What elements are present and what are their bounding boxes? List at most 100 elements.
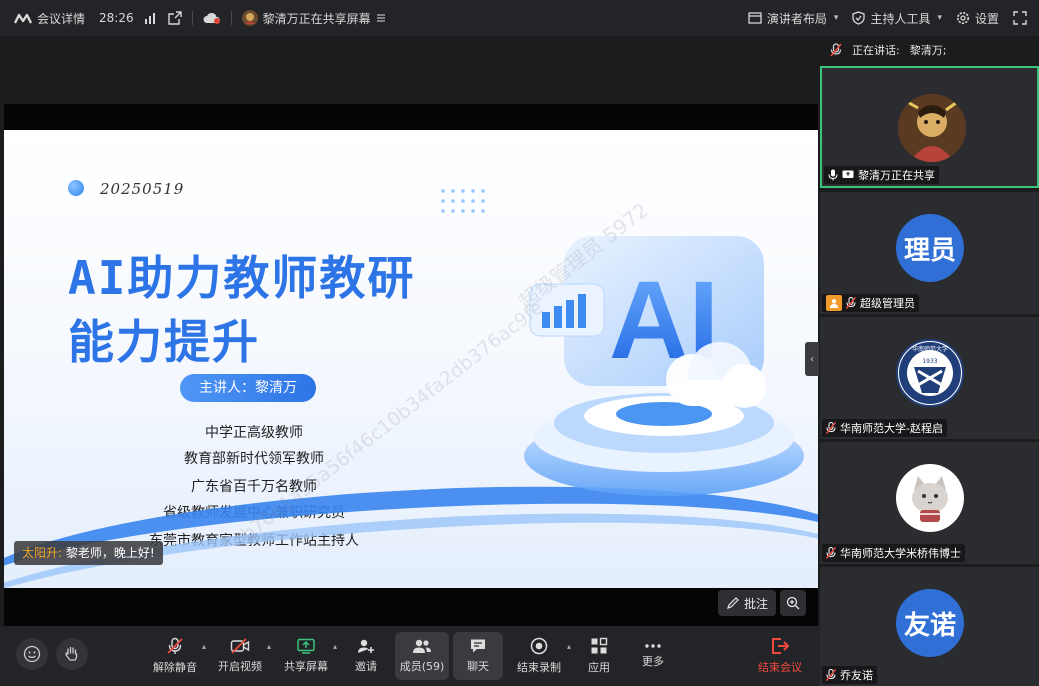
zoom-button[interactable] (780, 590, 806, 616)
signal-icon[interactable] (144, 12, 158, 24)
mic-muted-icon (826, 422, 836, 434)
chat-button[interactable]: 聊天 (453, 632, 503, 680)
mic-muted-icon (846, 297, 856, 309)
mic-muted-icon (826, 547, 836, 559)
layout-icon (748, 12, 762, 24)
members-button[interactable]: 成员(59) (395, 632, 449, 680)
hand-icon (63, 645, 81, 663)
gear-icon (956, 11, 970, 25)
shield-icon (852, 11, 866, 25)
top-bar: 会议详情 28:26 黎清万正在共享屏幕 演讲者布局 ▾ 主持人工具 ▾ 设置 (0, 0, 1039, 36)
participant-tile[interactable]: 理员 超级管理员 (820, 192, 1039, 314)
emoji-button[interactable] (16, 638, 48, 670)
record-stop-icon (530, 637, 548, 655)
divider (230, 11, 232, 25)
chevron-down-icon: ▾ (937, 13, 942, 23)
credential-line: 中学正高级教师 (205, 425, 303, 441)
participant-name: 华南师范大学-赵程启 (840, 422, 943, 435)
camera-off-icon (230, 638, 250, 654)
participant-name: 超级管理员 (860, 297, 915, 310)
chat-message: 黎老师，晚上好! (65, 546, 155, 560)
date-bullet-icon (68, 180, 84, 196)
exit-icon (770, 637, 790, 655)
participant-name: 乔友诺 (840, 669, 873, 682)
speaking-name: 黎清万; (909, 44, 947, 57)
menu-lines-icon (376, 13, 386, 23)
sharing-status-label: 黎清万正在共享屏幕 (262, 11, 371, 26)
unmute-button[interactable]: 解除静音 ▴ (150, 632, 206, 680)
chevron-up-icon[interactable]: ▴ (333, 642, 337, 651)
avatar (896, 464, 964, 532)
invite-button[interactable]: 邀请 (341, 632, 391, 680)
chat-toast[interactable]: 太阳升: 黎老师，晚上好! (14, 541, 163, 565)
participant-panel: 正在讲话: 黎清万; 黎清万正在共享 理员 超级管理员 华南师范大学 1933 … (820, 36, 1039, 686)
chevron-up-icon[interactable]: ▴ (567, 642, 571, 651)
mic-muted-icon (830, 43, 842, 57)
start-video-button[interactable]: 开启视频 ▴ (215, 632, 271, 680)
sharing-status[interactable]: 黎清万正在共享屏幕 (241, 10, 386, 27)
share-link-icon[interactable] (167, 11, 182, 25)
meeting-info-button[interactable]: 会议详情 (14, 10, 85, 27)
chevron-up-icon[interactable]: ▴ (267, 642, 271, 651)
members-icon (411, 638, 433, 654)
share-screen-label: 共享屏幕 (284, 660, 328, 673)
bottom-toolbar: 解除静音 ▴ 开启视频 ▴ 共享屏幕 ▴ 邀请 成员(59) 聊天 结束录制 ▴… (0, 626, 820, 686)
host-tools-button[interactable]: 主持人工具 ▾ (852, 10, 942, 27)
fullscreen-icon[interactable] (1013, 11, 1027, 25)
settings-button[interactable]: 设置 (956, 10, 999, 27)
participant-tile[interactable]: 友诺 乔友诺 (820, 567, 1039, 686)
end-recording-button[interactable]: 结束录制 ▴ (513, 632, 571, 680)
smile-icon (23, 645, 41, 663)
presentation-slide: 20250519 AI助力教师教研 能力提升 主讲人：黎清万 中学正高级教师 教… (4, 130, 818, 588)
apps-grid-icon (590, 637, 608, 655)
participant-tile[interactable]: 华南师范大学 1933 华南师范大学-赵程启 (820, 317, 1039, 439)
presenter-badge: 主讲人：黎清万 (180, 374, 316, 402)
cloud-record-icon[interactable] (203, 12, 221, 24)
participant-tile[interactable]: 黎清万正在共享 (820, 66, 1039, 188)
host-badge-icon (826, 295, 842, 311)
collapse-panel-button[interactable]: ‹ (805, 342, 819, 376)
mic-icon (828, 169, 838, 181)
university-logo-icon: 华南师范大学 1933 (899, 342, 961, 404)
pen-icon (726, 596, 740, 610)
credential-line: 教育部新时代领军教师 (184, 451, 324, 467)
annotate-button[interactable]: 批注 (718, 590, 776, 616)
more-label: 更多 (642, 655, 664, 668)
screen-share-icon (842, 170, 854, 180)
slide-date: 20250519 (100, 180, 185, 198)
cat-avatar-icon (912, 476, 948, 522)
participant-name: 华南师范大学米桥伟博士 (840, 547, 961, 560)
share-screen-button[interactable]: 共享屏幕 ▴ (281, 632, 337, 680)
speaking-label: 正在讲话: (852, 44, 900, 57)
participant-name-bar: 超级管理员 (822, 294, 919, 312)
logo-year: 1933 (922, 358, 937, 365)
dot-grid-decoration (438, 186, 486, 216)
end-recording-label: 结束录制 (517, 661, 561, 674)
speaking-indicator: 正在讲话: 黎清万; (820, 36, 1039, 64)
app-logo-icon (14, 12, 32, 24)
participant-name-bar: 华南师范大学-赵程启 (822, 419, 947, 437)
avatar: 华南师范大学 1933 (896, 339, 964, 407)
raise-hand-button[interactable] (56, 638, 88, 670)
annotate-label: 批注 (743, 596, 768, 611)
members-label: 成员(59) (399, 660, 445, 673)
mic-muted-icon (826, 669, 836, 681)
end-meeting-button[interactable]: 结束会议 (755, 632, 805, 680)
avatar (898, 94, 966, 162)
chevron-up-icon[interactable]: ▴ (202, 642, 206, 651)
participant-name-bar: 华南师范大学米桥伟博士 (822, 544, 965, 562)
avatar: 友诺 (896, 589, 964, 657)
start-video-label: 开启视频 (218, 660, 262, 673)
more-button[interactable]: 更多 (628, 632, 678, 680)
participant-tile[interactable]: 华南师范大学米桥伟博士 (820, 442, 1039, 564)
mic-muted-icon (166, 637, 184, 655)
participant-name-bar: 黎清万正在共享 (824, 166, 939, 184)
more-dots-icon (644, 643, 662, 649)
meeting-duration: 28:26 (99, 11, 134, 25)
apps-button[interactable]: 应用 (574, 632, 624, 680)
layout-button[interactable]: 演讲者布局 ▾ (748, 10, 839, 27)
divider (191, 11, 193, 25)
chevron-down-icon: ▾ (833, 13, 839, 23)
end-meeting-label: 结束会议 (758, 661, 802, 674)
participant-name-bar: 乔友诺 (822, 666, 877, 684)
